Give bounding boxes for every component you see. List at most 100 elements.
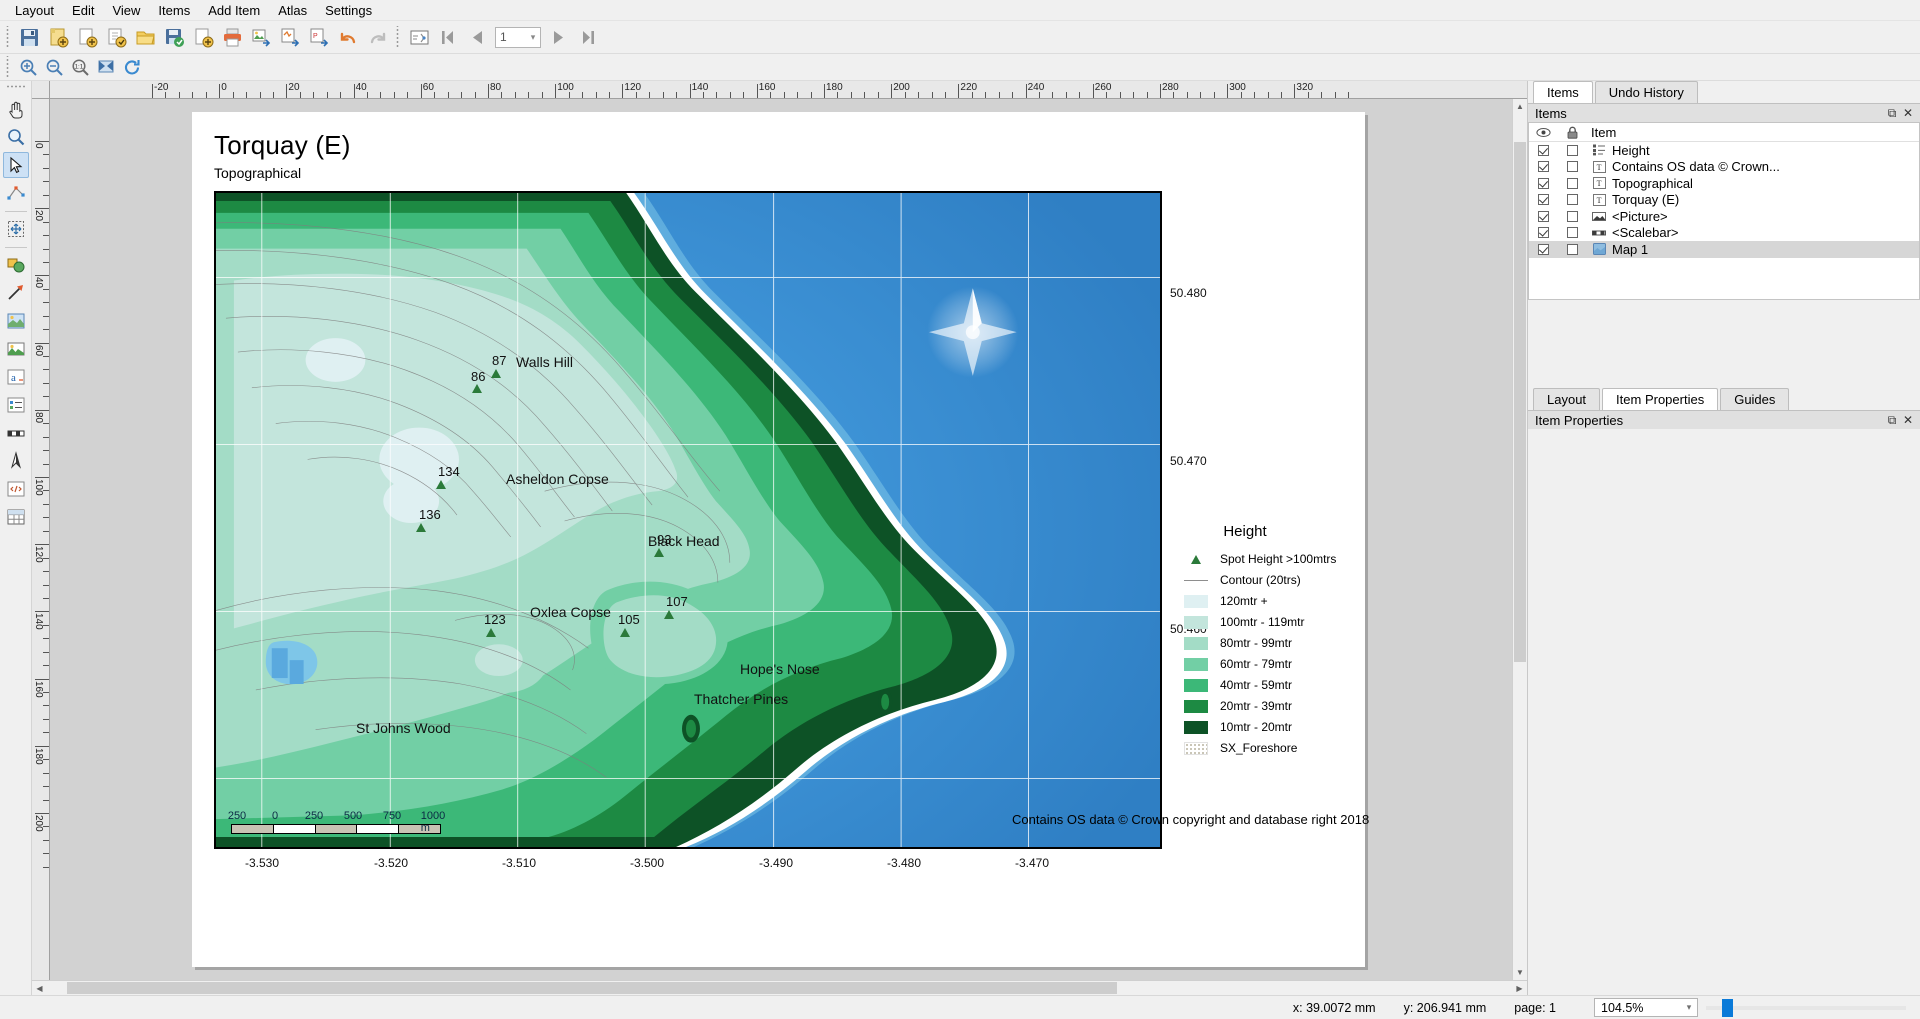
layout-page[interactable]: Torquay (E) Topographical 87 86 134 136 …: [192, 112, 1369, 967]
zoom-level-value[interactable]: 104.5%: [1595, 1001, 1681, 1015]
refresh-button[interactable]: [120, 56, 144, 79]
move-item-content-tool-button[interactable]: [3, 216, 29, 242]
lock-checkbox[interactable]: [1566, 227, 1578, 239]
redo-button[interactable]: [364, 24, 391, 51]
add-label-tool-button[interactable]: a: [3, 364, 29, 390]
visibility-checkbox[interactable]: [1537, 144, 1549, 156]
add-table-tool-button[interactable]: [3, 504, 29, 530]
open-template-button[interactable]: [132, 24, 159, 51]
map-subtitle-item[interactable]: Topographical: [214, 165, 301, 181]
export-svg-button[interactable]: [277, 24, 304, 51]
close-icon[interactable]: ✕: [1900, 106, 1916, 120]
add-legend-tool-button[interactable]: [3, 392, 29, 418]
visibility-checkbox[interactable]: [1537, 161, 1549, 173]
lock-checkbox[interactable]: [1566, 177, 1578, 189]
tab-item-properties[interactable]: Item Properties: [1602, 388, 1719, 410]
tab-items[interactable]: Items: [1533, 81, 1593, 103]
scroll-left-icon[interactable]: ◀: [32, 981, 47, 996]
visibility-checkbox[interactable]: [1537, 194, 1549, 206]
canvas-horizontal-scrollbar[interactable]: ◀ ▶: [32, 980, 1527, 996]
atlas-prev-button[interactable]: [464, 24, 491, 51]
tab-layout[interactable]: Layout: [1533, 388, 1601, 410]
item-properties-body[interactable]: [1528, 429, 1920, 995]
menu-add-item[interactable]: Add Item: [199, 1, 269, 20]
tab-guides[interactable]: Guides: [1720, 388, 1790, 410]
toolbar-grip[interactable]: [5, 26, 12, 48]
layout-canvas[interactable]: Torquay (E) Topographical 87 86 134 136 …: [50, 99, 1512, 980]
zoom-out-button[interactable]: [42, 56, 66, 79]
horizontal-ruler[interactable]: -20 0 20 40 60 80 100 120 140 160 180 200 220 240 260 2…: [50, 81, 1512, 99]
canvas-vertical-scrollbar[interactable]: ▲ ▼: [1512, 99, 1527, 980]
item-row-credit-text[interactable]: T Contains OS data © Crown...: [1529, 159, 1919, 176]
scalebar-item[interactable]: 250 0 250 500 750 1000 m: [228, 810, 445, 834]
atlas-toolbar-grip[interactable]: [395, 26, 402, 48]
menu-atlas[interactable]: Atlas: [269, 1, 316, 20]
scroll-down-icon[interactable]: ▼: [1513, 965, 1527, 980]
zoom-tool-button[interactable]: [3, 124, 29, 150]
lock-checkbox[interactable]: [1566, 210, 1578, 222]
layout-manager-button[interactable]: [103, 24, 130, 51]
tools-palette-grip[interactable]: [5, 85, 26, 92]
vertical-ruler[interactable]: 0 20 40 60 80 100 120 140 160 180 200: [32, 99, 50, 980]
legend-item[interactable]: Height Spot Height >100mtrs Contour (20t…: [1184, 523, 1354, 762]
menu-layout[interactable]: Layout: [6, 1, 63, 20]
item-row-topographical[interactable]: T Topographical: [1529, 175, 1919, 192]
item-row-torquay-title[interactable]: T Torquay (E): [1529, 192, 1919, 209]
save-button[interactable]: [16, 24, 43, 51]
atlas-last-button[interactable]: [574, 24, 601, 51]
edit-nodes-tool-button[interactable]: [3, 180, 29, 206]
export-pdf-button[interactable]: P: [306, 24, 333, 51]
credit-text-item[interactable]: Contains OS data © Crown copyright and d…: [1012, 812, 1369, 827]
menu-edit[interactable]: Edit: [63, 1, 103, 20]
atlas-next-button[interactable]: [545, 24, 572, 51]
add-shape-tool-button[interactable]: [3, 252, 29, 278]
zoom-full-button[interactable]: [94, 56, 118, 79]
add-north-arrow-tool-button[interactable]: [3, 448, 29, 474]
duplicate-layout-button[interactable]: [74, 24, 101, 51]
menu-items[interactable]: Items: [149, 1, 199, 20]
add-map-tool-button[interactable]: [3, 308, 29, 334]
float-panel-icon[interactable]: ⧉: [1884, 106, 1900, 121]
item-row-picture[interactable]: <Picture>: [1529, 208, 1919, 225]
lock-checkbox[interactable]: [1566, 194, 1578, 206]
chevron-down-icon[interactable]: ▾: [1681, 1002, 1697, 1013]
add-arrow-tool-button[interactable]: [3, 280, 29, 306]
visibility-checkbox[interactable]: [1537, 243, 1549, 255]
zoom-actual-size-button[interactable]: 1:1: [68, 56, 92, 79]
visibility-checkbox[interactable]: [1537, 210, 1549, 222]
save-template-button[interactable]: [161, 24, 188, 51]
map-item[interactable]: 87 86 134 136 93 107 105 123 Walls Hill …: [214, 191, 1162, 849]
close-icon[interactable]: ✕: [1900, 413, 1916, 427]
lock-checkbox[interactable]: [1566, 161, 1578, 173]
select-move-item-tool-button[interactable]: [2, 152, 29, 178]
vscroll-thumb[interactable]: [1514, 142, 1526, 662]
print-button[interactable]: [219, 24, 246, 51]
zoom-slider[interactable]: [1706, 998, 1906, 1017]
hscroll-track[interactable]: [47, 981, 1512, 995]
zoom-level-select[interactable]: 104.5% ▾: [1594, 998, 1698, 1017]
chevron-down-icon[interactable]: ▾: [526, 32, 540, 43]
nav-toolbar-grip[interactable]: [5, 56, 12, 78]
vscroll-track[interactable]: [1513, 114, 1527, 965]
hscroll-thumb[interactable]: [67, 982, 1117, 994]
menu-view[interactable]: View: [103, 1, 149, 20]
add-scalebar-tool-button[interactable]: [3, 420, 29, 446]
add-html-tool-button[interactable]: [3, 476, 29, 502]
item-row-map1[interactable]: Map 1: [1529, 241, 1919, 258]
visibility-checkbox[interactable]: [1537, 177, 1549, 189]
add-picture-tool-button[interactable]: [3, 336, 29, 362]
lock-checkbox[interactable]: [1566, 243, 1578, 255]
zoom-slider-handle[interactable]: [1722, 998, 1733, 1017]
menu-settings[interactable]: Settings: [316, 1, 381, 20]
pan-tool-button[interactable]: [3, 96, 29, 122]
lock-checkbox[interactable]: [1566, 144, 1578, 156]
items-list-panel[interactable]: Item Height T Contains OS data © Crown..…: [1528, 122, 1920, 300]
zoom-in-button[interactable]: [16, 56, 40, 79]
tab-undo-history[interactable]: Undo History: [1594, 81, 1698, 103]
atlas-settings-button[interactable]: [406, 24, 433, 51]
map-title-item[interactable]: Torquay (E): [214, 130, 351, 161]
scroll-up-icon[interactable]: ▲: [1513, 99, 1527, 114]
new-layout-button[interactable]: [45, 24, 72, 51]
item-row-height[interactable]: Height: [1529, 142, 1919, 159]
export-image-button[interactable]: [248, 24, 275, 51]
